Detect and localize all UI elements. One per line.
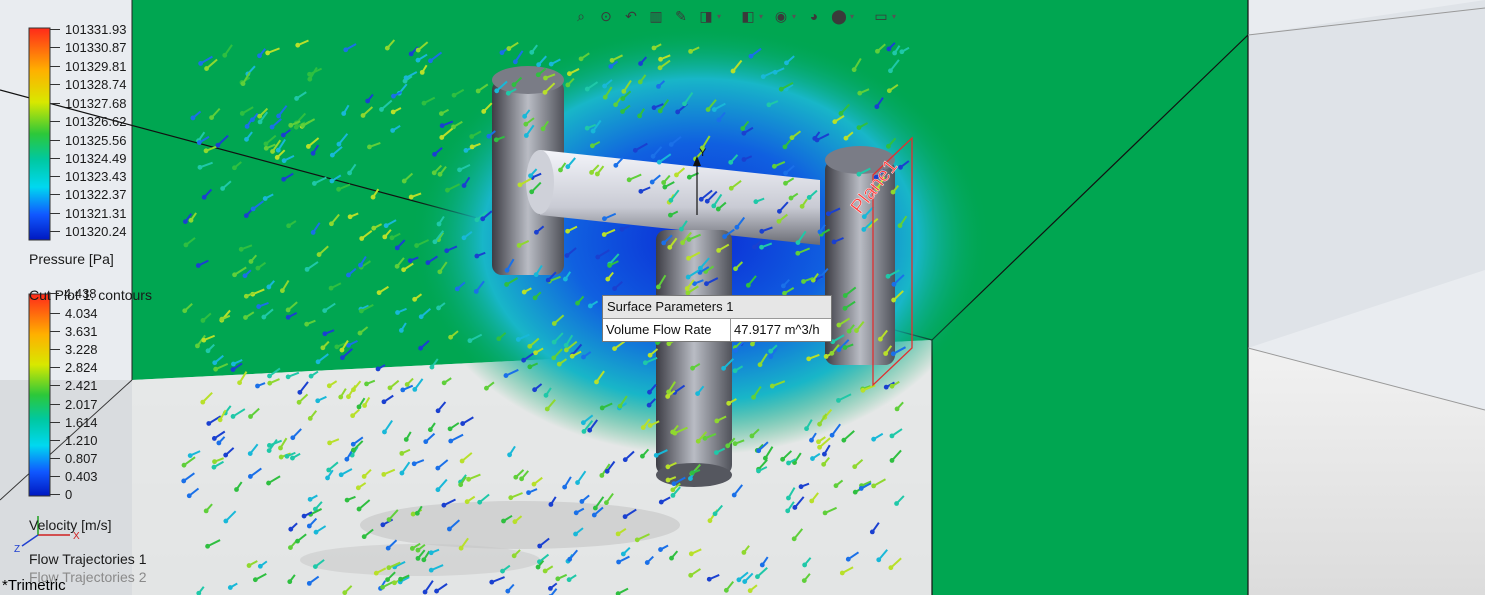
legend-tick: 101328.74 [49, 77, 127, 92]
axis-y-label: Y [699, 147, 707, 159]
chevron-down-icon[interactable]: ▾ [717, 12, 725, 21]
section-view-icon[interactable]: ▥ [645, 5, 667, 27]
pressure-color-bar [28, 27, 51, 241]
legend-tick: 4.034 [50, 306, 98, 321]
chevron-down-icon[interactable]: ▾ [759, 12, 767, 21]
legend-tick: 2.824 [50, 360, 98, 375]
heads-up-view-toolbar: ⌕ ⊙ ↶ ▥ ✎ ◨ ▾ ◧ ▾ ◉ ▾ ◕ ⬤ ▾ ▭ ▾ [570, 4, 900, 28]
legend-tick: 101325.56 [49, 133, 127, 148]
legend-tick: 101329.81 [49, 59, 127, 74]
svg-text:Z: Z [14, 544, 20, 555]
apply-scene-icon[interactable]: ⬤ [828, 5, 850, 27]
surface-parameters-callout[interactable]: Surface Parameters 1 Volume Flow Rate 47… [602, 295, 832, 342]
legend-tick: 101327.68 [49, 96, 127, 111]
zoom-to-area-icon[interactable]: ⊙ [595, 5, 617, 27]
legend-tick: 3.228 [50, 342, 98, 357]
legend-tick: 2.017 [50, 397, 98, 412]
flow-trajectories-1-label[interactable]: Flow Trajectories 1 [29, 551, 146, 567]
legend-tick: 101330.87 [49, 40, 127, 55]
legend-tick: 1.210 [50, 433, 98, 448]
dynamic-annotation-icon[interactable]: ✎ [670, 5, 692, 27]
zoom-to-fit-icon[interactable]: ⌕ [570, 5, 592, 27]
velocity-color-bar [28, 293, 51, 497]
legend-tick: 101321.31 [49, 206, 127, 221]
display-style-icon[interactable]: ◧ [737, 5, 759, 27]
callout-value: 47.9177 m^3/h [734, 322, 820, 337]
legend-tick-max: 4.438 [49, 286, 97, 301]
edit-appearance-icon[interactable]: ◕ [803, 5, 825, 27]
legend-tick: 2.421 [50, 378, 98, 393]
view-settings-icon[interactable]: ▭ [870, 5, 892, 27]
legend-tick: 0 [49, 487, 73, 502]
legend-tick: 1.614 [50, 415, 98, 430]
chevron-down-icon[interactable]: ▾ [850, 12, 858, 21]
legend-tick: 101331.93 [49, 22, 127, 37]
previous-view-icon[interactable]: ↶ [620, 5, 642, 27]
chevron-down-icon[interactable]: ▾ [792, 12, 800, 21]
legend-tick: 101322.37 [49, 187, 127, 202]
legend-tick: 0.403 [50, 469, 98, 484]
legend-tick: 101324.49 [49, 151, 127, 166]
hide-show-items-icon[interactable]: ◉ [770, 5, 792, 27]
view-orientation-icon[interactable]: ◨ [695, 5, 717, 27]
legend-tick: 3.631 [50, 324, 98, 339]
callout-label: Volume Flow Rate [603, 319, 731, 341]
pressure-legend-title: Pressure [Pa] [29, 251, 114, 267]
legend-tick: 101320.24 [49, 224, 127, 239]
legend-tick: 101326.62 [49, 114, 127, 129]
velocity-legend-title: Velocity [m/s] [29, 517, 112, 533]
legend-tick: 0.807 [50, 451, 98, 466]
legend-tick: 101323.43 [49, 169, 127, 184]
view-orientation-label: *Trimetric [2, 577, 66, 594]
chevron-down-icon[interactable]: ▾ [892, 12, 900, 21]
callout-title: Surface Parameters 1 [603, 296, 831, 319]
